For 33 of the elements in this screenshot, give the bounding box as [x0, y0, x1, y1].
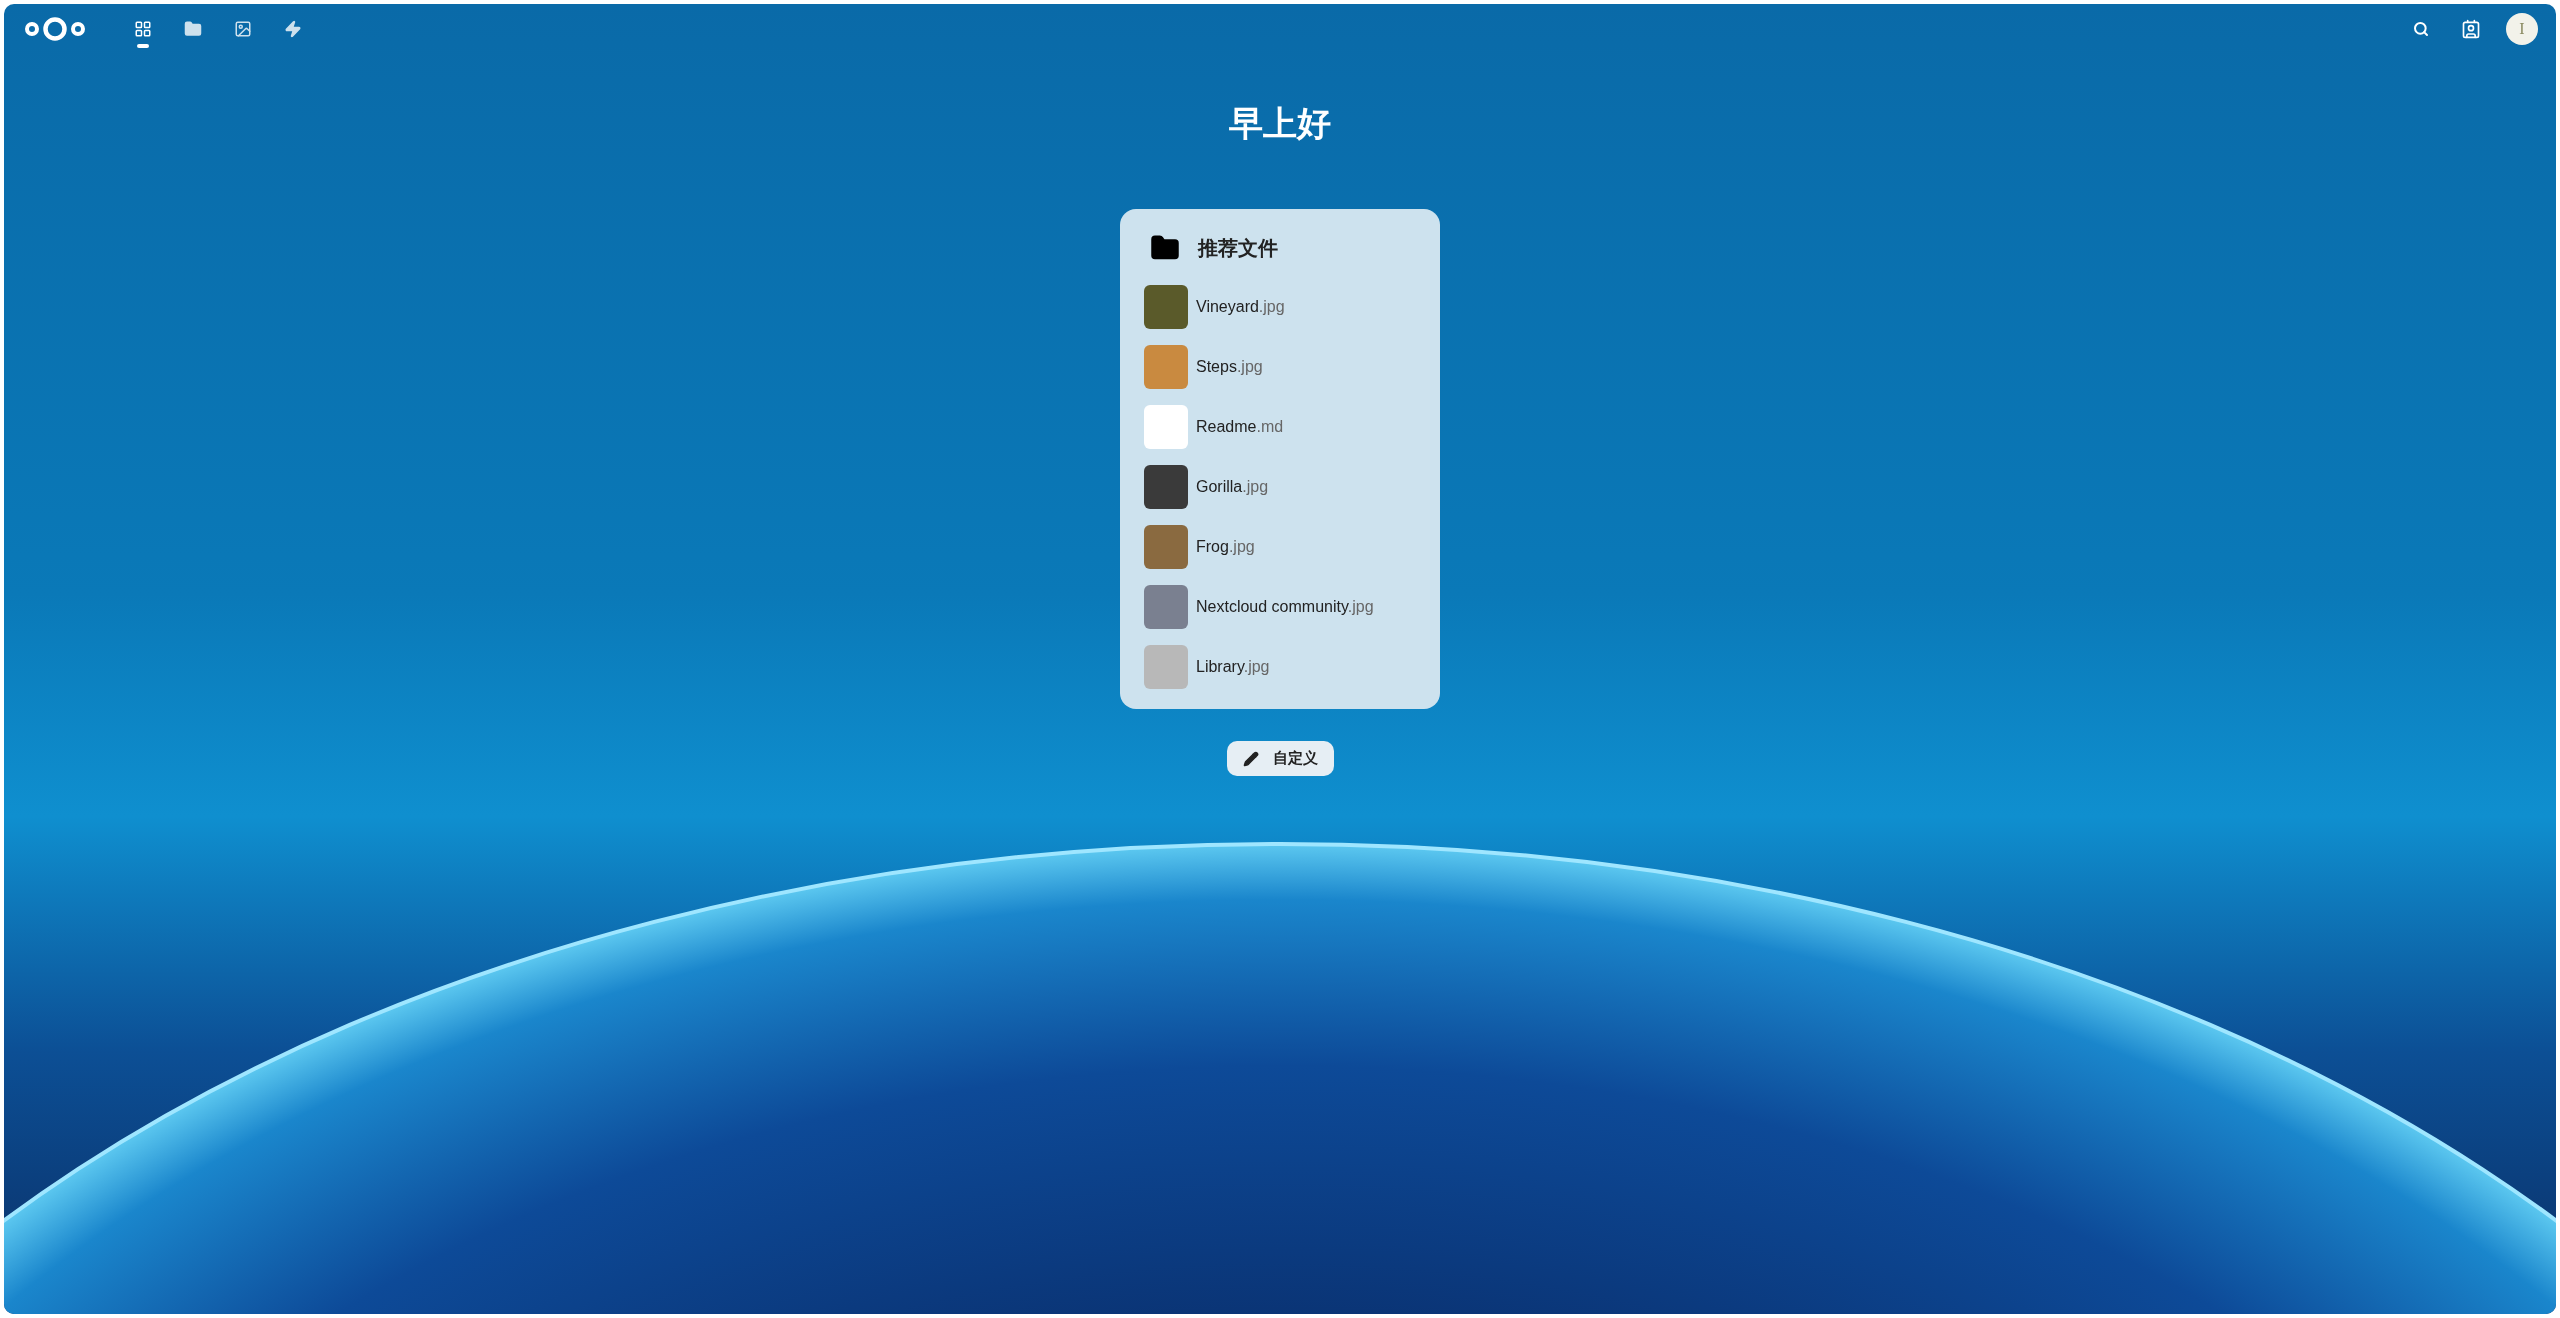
dashboard-icon: [134, 20, 152, 38]
photo-placeholder: [1144, 585, 1188, 629]
pencil-icon: [1242, 750, 1259, 767]
lightning-icon: [284, 20, 302, 38]
file-item[interactable]: Readme.md: [1144, 405, 1416, 449]
file-item[interactable]: Frog.jpg: [1144, 525, 1416, 569]
folder-icon: [184, 20, 202, 38]
customize-button[interactable]: 自定义: [1226, 741, 1334, 776]
file-name: Vineyard.jpg: [1196, 297, 1285, 317]
file-name: Gorilla.jpg: [1196, 477, 1269, 497]
logo-icon[interactable]: [24, 16, 86, 42]
widget-title: 推荐文件: [1198, 236, 1278, 261]
greeting-title: 早上好: [1229, 103, 1331, 144]
photo-placeholder: [1144, 525, 1188, 569]
photo-placeholder: [1144, 645, 1188, 689]
file-name: Library.jpg: [1196, 657, 1270, 677]
contacts-icon: [2461, 19, 2481, 39]
file-item[interactable]: Gorilla.jpg: [1144, 465, 1416, 509]
file-item[interactable]: Library.jpg: [1144, 645, 1416, 689]
file-name: Nextcloud community.jpg: [1196, 597, 1374, 617]
file-item[interactable]: Vineyard.jpg: [1144, 285, 1416, 329]
file-name: Frog.jpg: [1196, 537, 1255, 557]
image-icon: [234, 20, 252, 38]
photo-placeholder: [1144, 465, 1188, 509]
photo-placeholder: [1144, 285, 1188, 329]
search-icon: [2413, 21, 2429, 37]
file-item[interactable]: Nextcloud community.jpg: [1144, 585, 1416, 629]
active-indicator: [137, 44, 149, 48]
photo-placeholder: [1144, 345, 1188, 389]
document-thumbnail: [1144, 405, 1188, 449]
file-name: Steps.jpg: [1196, 357, 1263, 377]
file-item[interactable]: Steps.jpg: [1144, 345, 1416, 389]
file-name: Readme.md: [1196, 417, 1284, 437]
